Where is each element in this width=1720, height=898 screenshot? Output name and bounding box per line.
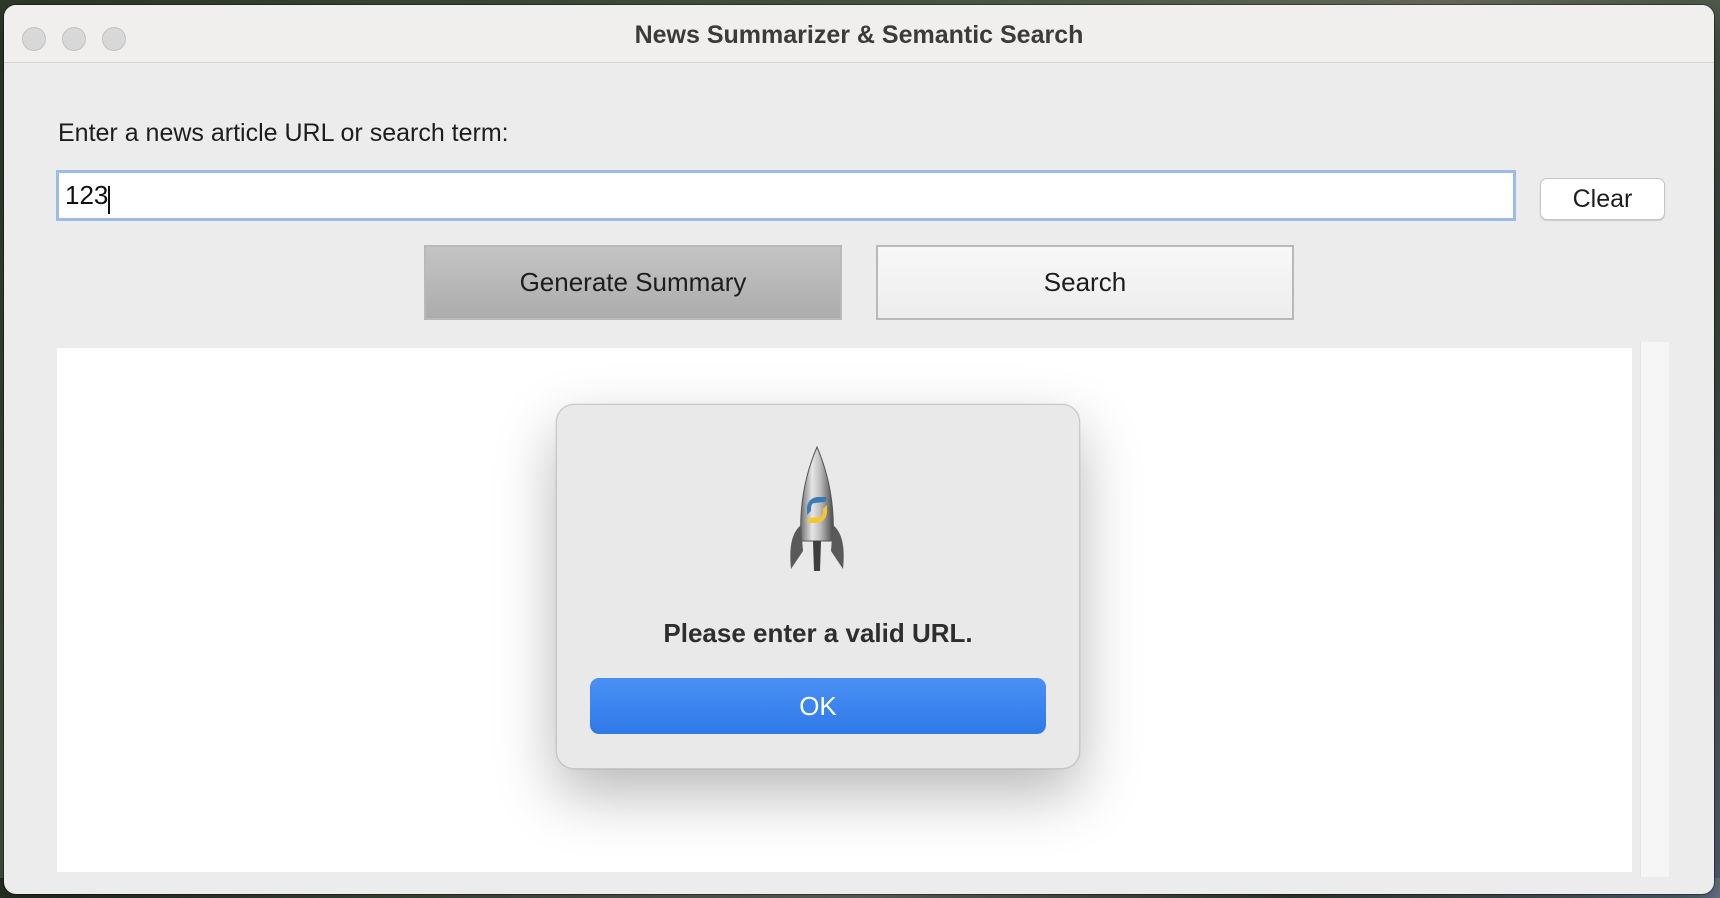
text-caret (108, 186, 110, 214)
alert-dialog: Please enter a valid URL. OK (556, 404, 1080, 769)
app-window: News Summarizer & Semantic Search Enter … (4, 5, 1714, 894)
title-bar: News Summarizer & Semantic Search (4, 5, 1714, 63)
prompt-label: Enter a news article URL or search term: (58, 119, 509, 147)
dialog-message: Please enter a valid URL. (663, 618, 973, 648)
output-scrollbar[interactable] (1640, 342, 1669, 877)
ok-button[interactable]: OK (590, 678, 1046, 734)
clear-button[interactable]: Clear (1540, 178, 1665, 220)
window-title: News Summarizer & Semantic Search (634, 21, 1084, 49)
generate-summary-button[interactable]: Generate Summary (424, 245, 842, 320)
search-button[interactable]: Search (876, 245, 1294, 320)
url-search-input[interactable] (56, 170, 1516, 221)
python-rocket-icon (790, 445, 844, 571)
